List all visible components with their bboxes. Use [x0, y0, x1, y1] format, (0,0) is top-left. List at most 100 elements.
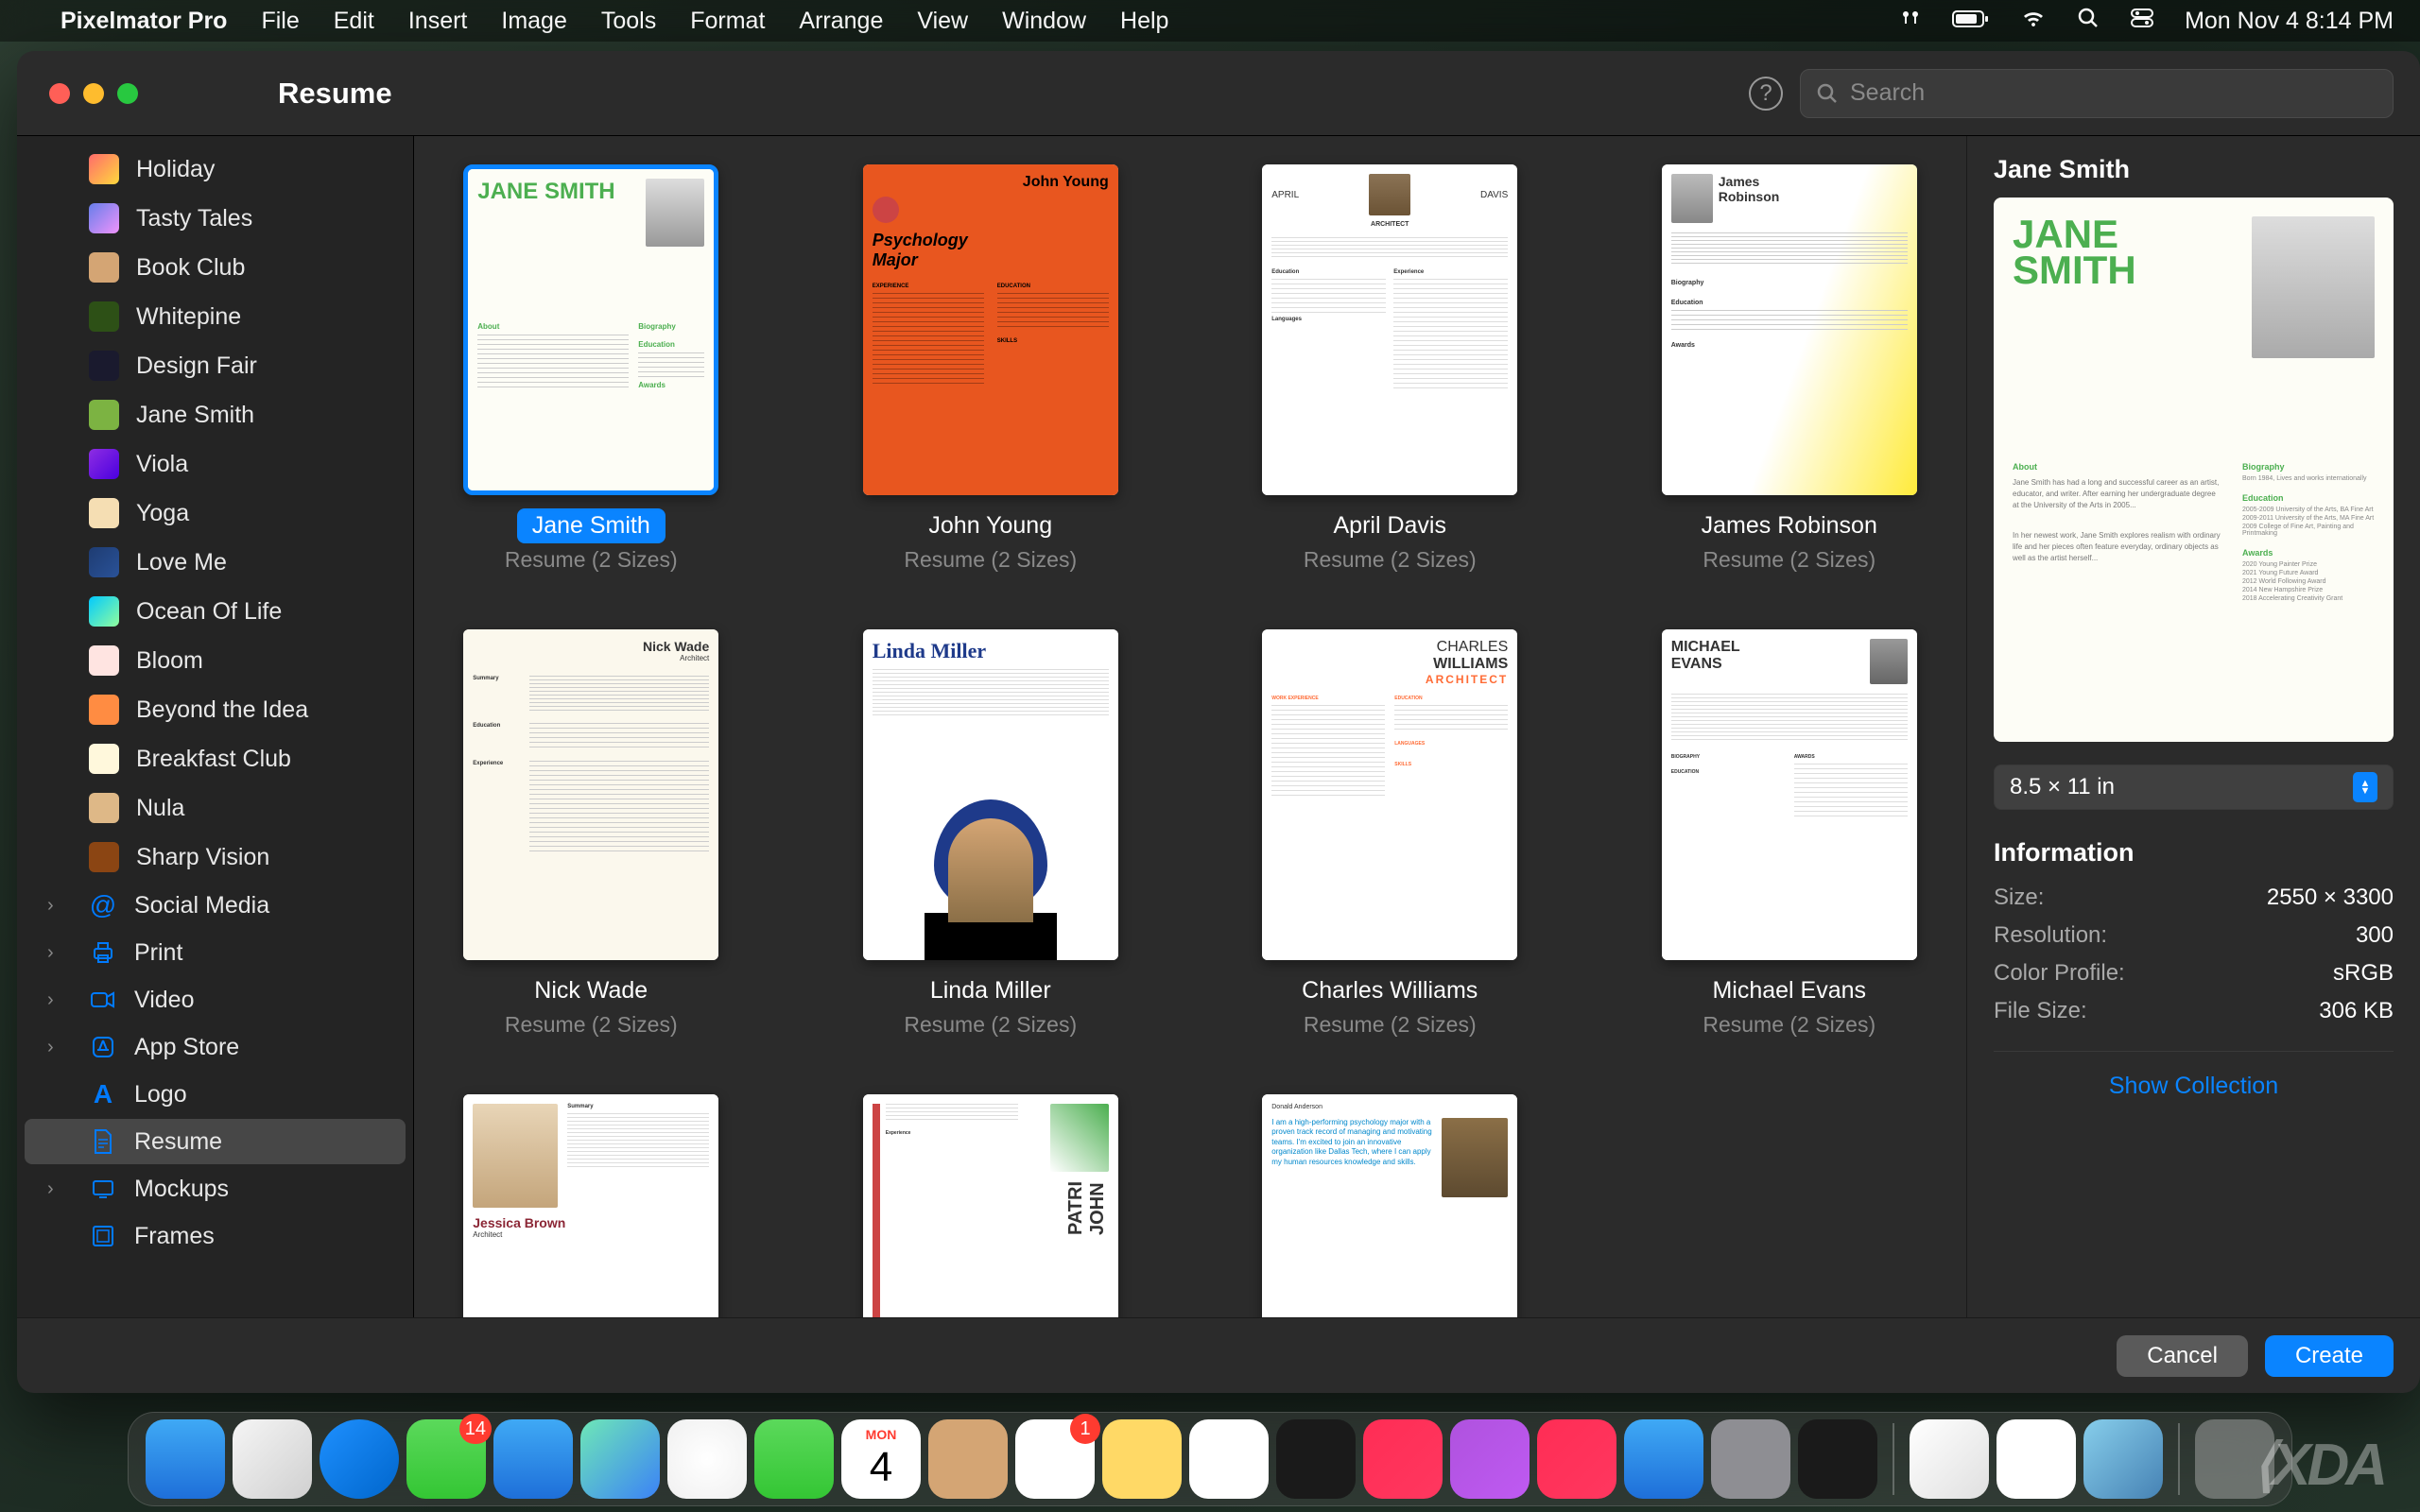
template-thumbnail[interactable]: Donald AndersonI am a high-performing ps… [1262, 1094, 1517, 1317]
template-james-robinson[interactable]: JamesRobinsonBiographyEducationAwards Ja… [1647, 164, 1933, 573]
template-michael-evans[interactable]: MICHAELEVANSBIOGRAPHYEDUCATIONAWARDS Mic… [1647, 629, 1933, 1038]
template-nick-wade[interactable]: Nick WadeArchitectSummaryEducationExperi… [448, 629, 735, 1038]
template-thumbnail[interactable]: MICHAELEVANSBIOGRAPHYEDUCATIONAWARDS [1662, 629, 1917, 960]
sidebar-item-beyond-the-idea[interactable]: Beyond the Idea [25, 686, 406, 733]
template-linda-miller[interactable]: Linda Miller Linda Miller Resume (2 Size… [848, 629, 1134, 1038]
template-thumbnail[interactable]: John YoungPsychologyMajorEXPERIENCEEDUCA… [863, 164, 1118, 495]
fullscreen-button[interactable] [117, 83, 138, 104]
menu-file[interactable]: File [261, 8, 299, 35]
dock-launchpad[interactable] [233, 1419, 312, 1499]
airpods-icon[interactable] [1899, 7, 1922, 36]
battery-icon[interactable] [1952, 8, 1990, 35]
dock-music[interactable] [1363, 1419, 1443, 1499]
main-area: JANE SMITHAboutBiographyEducationAwards … [414, 136, 2420, 1317]
dock-preview[interactable] [2083, 1419, 2163, 1499]
template-thumbnail[interactable]: JANE SMITHAboutBiographyEducationAwards [463, 164, 718, 495]
spotlight-icon[interactable] [2077, 7, 2100, 36]
template-john-young[interactable]: John YoungPsychologyMajorEXPERIENCEEDUCA… [848, 164, 1134, 573]
menu-view[interactable]: View [917, 8, 968, 35]
sidebar-item-love-me[interactable]: Love Me [25, 539, 406, 586]
dock-tv[interactable] [1276, 1419, 1356, 1499]
menu-window[interactable]: Window [1002, 8, 1086, 35]
template-thumbnail[interactable]: CHARLESWILLIAMSARCHITECTWORK EXPERIENCEE… [1262, 629, 1517, 960]
close-button[interactable] [49, 83, 70, 104]
dock-messages[interactable]: 14 [406, 1419, 486, 1499]
sidebar-item-holiday[interactable]: Holiday [25, 146, 406, 193]
dock-safari[interactable] [320, 1419, 399, 1499]
sidebar-group-frames[interactable]: Frames [25, 1213, 406, 1259]
menu-format[interactable]: Format [690, 8, 765, 35]
dock-slack[interactable] [1996, 1419, 2076, 1499]
template-jessica-brown[interactable]: SummaryJessica BrownArchitect Jessica Br… [448, 1094, 735, 1317]
sidebar-group-label: Frames [134, 1223, 215, 1250]
dock-podcasts[interactable] [1450, 1419, 1530, 1499]
menu-help[interactable]: Help [1120, 8, 1168, 35]
dock-freeform[interactable] [1189, 1419, 1269, 1499]
menu-edit[interactable]: Edit [334, 8, 374, 35]
size-select[interactable]: 8.5 × 11 in ▲▼ [1994, 765, 2394, 810]
template-thumbnail[interactable]: Linda Miller [863, 629, 1118, 960]
sidebar-group-resume[interactable]: Resume [25, 1119, 406, 1164]
help-button[interactable]: ? [1749, 77, 1783, 111]
sidebar-item-nula[interactable]: Nula [25, 784, 406, 832]
dock-maps[interactable] [580, 1419, 660, 1499]
sidebar-item-sharp-vision[interactable]: Sharp Vision [25, 833, 406, 881]
template-thumbnail[interactable]: JamesRobinsonBiographyEducationAwards [1662, 164, 1917, 495]
template-april-davis[interactable]: APRILDAVISARCHITECTEducationLanguagesExp… [1247, 164, 1533, 573]
control-center-icon[interactable] [2130, 8, 2154, 35]
sidebar-group-social-media[interactable]: ›@Social Media [25, 883, 406, 928]
dock-iphone-mirroring[interactable] [1798, 1419, 1877, 1499]
sidebar-item-tasty-tales[interactable]: Tasty Tales [25, 195, 406, 242]
sidebar-item-jane-smith[interactable]: Jane Smith [25, 391, 406, 438]
template-thumbnail[interactable]: APRILDAVISARCHITECTEducationLanguagesExp… [1262, 164, 1517, 495]
dock-facetime[interactable] [754, 1419, 834, 1499]
sidebar-group-logo[interactable]: ALogo [25, 1072, 406, 1117]
template-thumbnail[interactable]: SummaryJessica BrownArchitect [463, 1094, 718, 1317]
sidebar-item-book-club[interactable]: Book Club [25, 244, 406, 291]
sidebar-item-whitepine[interactable]: Whitepine [25, 293, 406, 340]
search-field[interactable] [1800, 69, 2394, 118]
template-donald-anderson[interactable]: Donald AndersonI am a high-performing ps… [1247, 1094, 1533, 1317]
sidebar-group-video[interactable]: ›Video [25, 977, 406, 1022]
dock-pixelmator[interactable] [1910, 1419, 1989, 1499]
template-charles-williams[interactable]: CHARLESWILLIAMSARCHITECTWORK EXPERIENCEE… [1247, 629, 1533, 1038]
template-thumbnail[interactable]: ExperiencePATRIJOHN [863, 1094, 1118, 1317]
app-menu[interactable]: Pixelmator Pro [60, 8, 227, 35]
dock-contacts[interactable] [928, 1419, 1008, 1499]
sidebar-group-mockups[interactable]: ›Mockups [25, 1166, 406, 1211]
show-collection-link[interactable]: Show Collection [1994, 1051, 2394, 1100]
dock-finder[interactable] [146, 1419, 225, 1499]
menu-image[interactable]: Image [501, 8, 566, 35]
sidebar-group-app-store[interactable]: ›App Store [25, 1024, 406, 1070]
search-input[interactable] [1850, 79, 2377, 107]
sidebar-item-yoga[interactable]: Yoga [25, 490, 406, 537]
dock-photos[interactable] [667, 1419, 747, 1499]
dock-settings[interactable] [1711, 1419, 1790, 1499]
traffic-lights [17, 83, 138, 104]
menu-insert[interactable]: Insert [408, 8, 468, 35]
sidebar-label: Design Fair [136, 352, 257, 380]
wifi-icon[interactable] [2020, 8, 2047, 35]
sidebar-item-design-fair[interactable]: Design Fair [25, 342, 406, 389]
sidebar-item-bloom[interactable]: Bloom [25, 637, 406, 684]
dock-calendar[interactable]: MON 4 [841, 1419, 921, 1499]
clock[interactable]: Mon Nov 4 8:14 PM [2185, 8, 2394, 35]
dock-news[interactable] [1537, 1419, 1616, 1499]
dock-mail[interactable] [493, 1419, 573, 1499]
menu-tools[interactable]: Tools [601, 8, 656, 35]
dock-reminders[interactable]: 1 [1015, 1419, 1095, 1499]
sidebar-item-ocean-of-life[interactable]: Ocean Of Life [25, 588, 406, 635]
create-button[interactable]: Create [2265, 1335, 2394, 1377]
sidebar-item-viola[interactable]: Viola [25, 440, 406, 488]
sidebar-item-breakfast-club[interactable]: Breakfast Club [25, 735, 406, 782]
template-patrick-john[interactable]: ExperiencePATRIJOHN Patrick John [848, 1094, 1134, 1317]
dock-notes[interactable] [1102, 1419, 1182, 1499]
template-name: Linda Miller [915, 973, 1066, 1008]
menu-arrange[interactable]: Arrange [799, 8, 883, 35]
template-jane-smith[interactable]: JANE SMITHAboutBiographyEducationAwards … [448, 164, 735, 573]
minimize-button[interactable] [83, 83, 104, 104]
template-thumbnail[interactable]: Nick WadeArchitectSummaryEducationExperi… [463, 629, 718, 960]
dock-appstore[interactable] [1624, 1419, 1703, 1499]
sidebar-group-print[interactable]: ›Print [25, 930, 406, 975]
cancel-button[interactable]: Cancel [2117, 1335, 2248, 1377]
